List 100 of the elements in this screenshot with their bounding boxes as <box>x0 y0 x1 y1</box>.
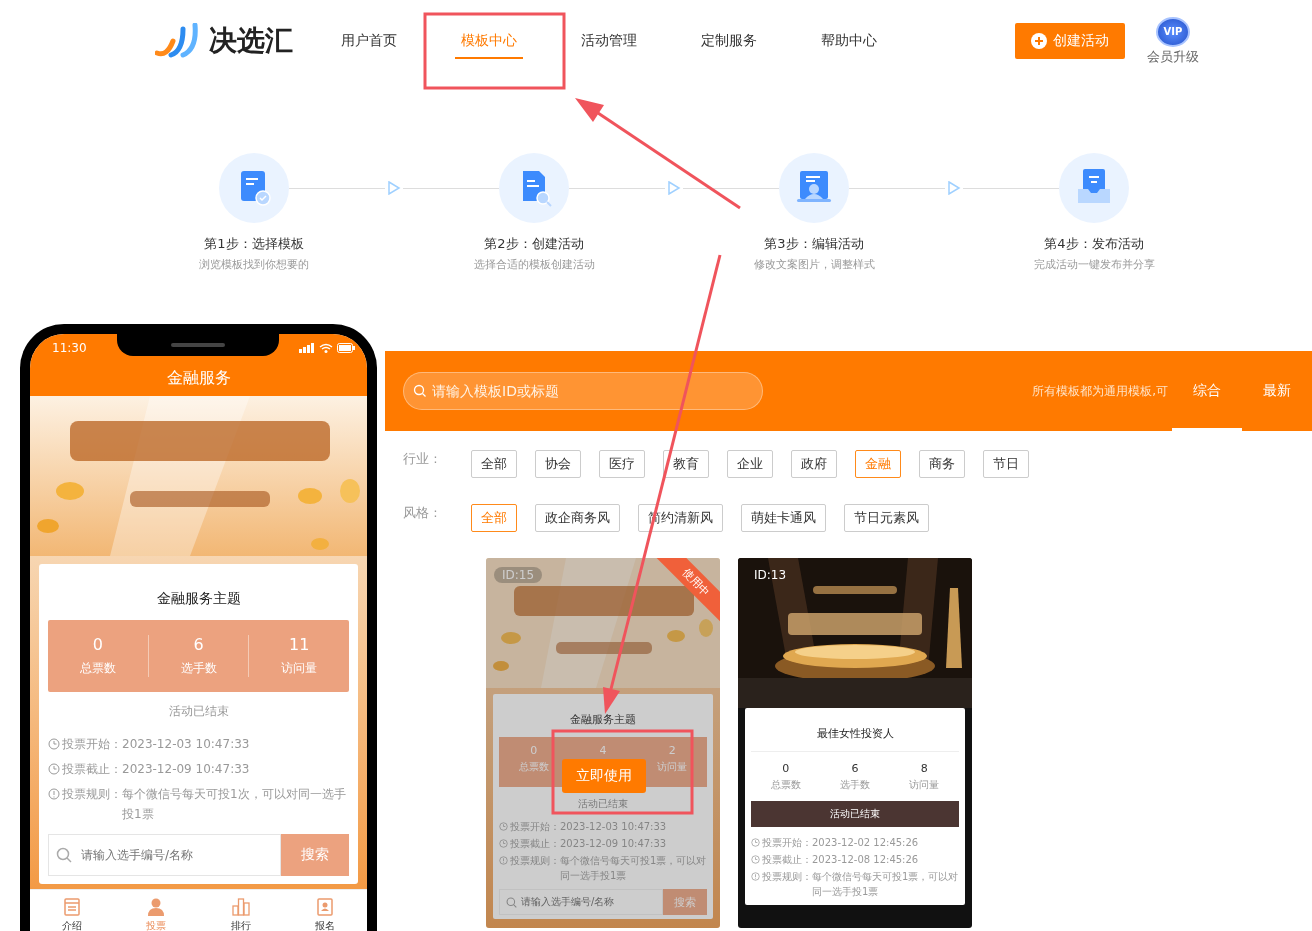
info-label: 投票规则： <box>510 854 560 868</box>
stat-value: 2 <box>668 744 676 757</box>
search-icon <box>413 384 427 398</box>
signal-icon <box>299 342 315 353</box>
stat-label: 总票数 <box>518 760 549 774</box>
step-description: 浏览模板找到你想要的 <box>199 257 309 272</box>
clock-icon <box>751 838 760 847</box>
info-value: 2023-12-03 10:47:33 <box>560 820 667 834</box>
theme-title: 金融服务主题 <box>155 589 242 608</box>
info-label: 投票规则： <box>762 870 812 884</box>
filter-chip[interactable]: 教育 <box>663 450 709 478</box>
info-value: 2023-12-09 10:47:33 <box>122 761 250 778</box>
wifi-icon <box>319 342 333 353</box>
info-label: 投票截止： <box>62 761 122 778</box>
bar-chart-icon <box>230 897 251 917</box>
info-value: 2023-12-09 10:47:33 <box>560 837 667 851</box>
bottom-tab[interactable]: 排行 <box>198 890 283 931</box>
bottom-tab[interactable]: 报名 <box>282 890 367 931</box>
info-label: 投票截止： <box>510 837 560 851</box>
player-search-field[interactable]: 请输入选手编号/名称 <box>48 834 281 876</box>
stat-value: 0 <box>530 744 538 757</box>
filter-chip[interactable]: 萌娃卡通风 <box>741 504 826 532</box>
tray-document-icon <box>1059 153 1129 223</box>
app-title: 金融服务 <box>30 361 367 396</box>
vip-upgrade-link[interactable]: 会员升级 <box>1147 47 1199 66</box>
nav-tab[interactable]: 用户首页 <box>309 0 429 82</box>
step-description: 完成活动一键发布并分享 <box>1033 257 1155 272</box>
stat-label: 选手数 <box>180 660 217 677</box>
filter-chip[interactable]: 节日 <box>983 450 1029 478</box>
template-id-label: ID:13 <box>753 567 788 583</box>
stat-value: 8 <box>920 761 928 775</box>
stat-label: 选手数 <box>840 777 870 792</box>
battery-icon <box>337 342 355 353</box>
activity-status: 活动已结束 <box>751 801 959 827</box>
clock-icon <box>751 855 760 864</box>
filter-chip[interactable]: 协会 <box>535 450 581 478</box>
activity-status: 活动已结束 <box>167 703 230 720</box>
stat-label: 访问量 <box>281 660 318 677</box>
step-description: 修改文案图片，调整样式 <box>753 257 875 272</box>
clock-icon <box>48 763 60 775</box>
info-value: 2023-12-02 12:45:26 <box>812 836 919 850</box>
clock-icon <box>499 822 508 831</box>
info-icon <box>499 856 508 865</box>
filter-chip[interactable]: 医疗 <box>599 450 645 478</box>
clock-icon <box>499 839 508 848</box>
info-label: 投票开始： <box>62 736 122 753</box>
info-icon <box>751 872 760 881</box>
filter-chip[interactable]: 节日元素风 <box>844 504 929 532</box>
vip-badge[interactable]: VIP <box>1156 16 1190 47</box>
logo-icon <box>155 23 201 59</box>
stat-label: 访问量 <box>657 760 688 774</box>
bottom-tab[interactable]: 介绍 <box>30 890 115 931</box>
step-title: 第3步：编辑活动 <box>764 235 864 253</box>
filter-label: 行业 : <box>403 450 439 468</box>
stat-value: 0 <box>782 761 790 775</box>
info-label: 投票规则： <box>62 786 122 803</box>
stat-label: 总票数 <box>79 660 116 677</box>
person-screen-icon <box>779 153 849 223</box>
theme-title: 金融服务主题 <box>569 712 637 728</box>
info-label: 投票开始： <box>762 836 812 850</box>
filter-label: 风格 : <box>403 504 439 522</box>
filter-chip[interactable]: 全部 <box>471 450 517 478</box>
stat-label: 总票数 <box>770 777 801 792</box>
person-icon <box>146 897 167 917</box>
nav-tab[interactable]: 活动管理 <box>549 0 669 82</box>
theme-title: 最佳女性投资人 <box>815 726 895 742</box>
step-title: 第2步：创建活动 <box>484 235 584 253</box>
stat-value: 6 <box>193 635 204 654</box>
info-value: 2023-12-08 12:45:26 <box>812 853 919 867</box>
document-search-icon <box>499 153 569 223</box>
filter-chip[interactable]: 政企商务风 <box>535 504 620 532</box>
id-card-icon <box>314 897 335 917</box>
activity-status: 活动已结束 <box>577 797 629 811</box>
notice-text: 所有模板都为通用模板,可 <box>1032 382 1168 400</box>
status-time: 11:30 <box>52 340 87 355</box>
nav-tab[interactable]: 帮助中心 <box>789 0 909 82</box>
document-icon <box>62 897 83 917</box>
stat-value: 6 <box>851 761 859 775</box>
nav-tab[interactable]: 定制服务 <box>669 0 789 82</box>
search-button: 搜索 <box>663 889 707 915</box>
stat-label: 访问量 <box>909 777 940 792</box>
search-placeholder: 请输入选手编号/名称 <box>521 895 615 909</box>
info-label: 投票截止： <box>762 853 812 867</box>
step-title: 第4步：发布活动 <box>1044 235 1144 253</box>
logo-text: 决选汇 <box>209 23 293 59</box>
stat-value: 11 <box>289 635 310 654</box>
info-value: 每个微信号每天可投1次，可以对同一选手投1票 <box>122 786 347 823</box>
clock-icon <box>48 738 60 750</box>
info-value: 2023-12-03 10:47:33 <box>122 736 250 753</box>
info-label: 投票开始： <box>510 820 560 834</box>
step-description: 选择合适的模板创建活动 <box>473 257 595 272</box>
plus-icon <box>1031 33 1047 49</box>
stat-value: 4 <box>599 744 607 757</box>
filter-chip[interactable]: 商务 <box>919 450 965 478</box>
filter-chip[interactable]: 政府 <box>791 450 837 478</box>
step-title: 第1步：选择模板 <box>204 235 304 253</box>
document-check-icon <box>219 153 289 223</box>
stat-value: 0 <box>92 635 103 654</box>
filter-chip[interactable]: 企业 <box>727 450 773 478</box>
info-icon <box>48 788 60 800</box>
